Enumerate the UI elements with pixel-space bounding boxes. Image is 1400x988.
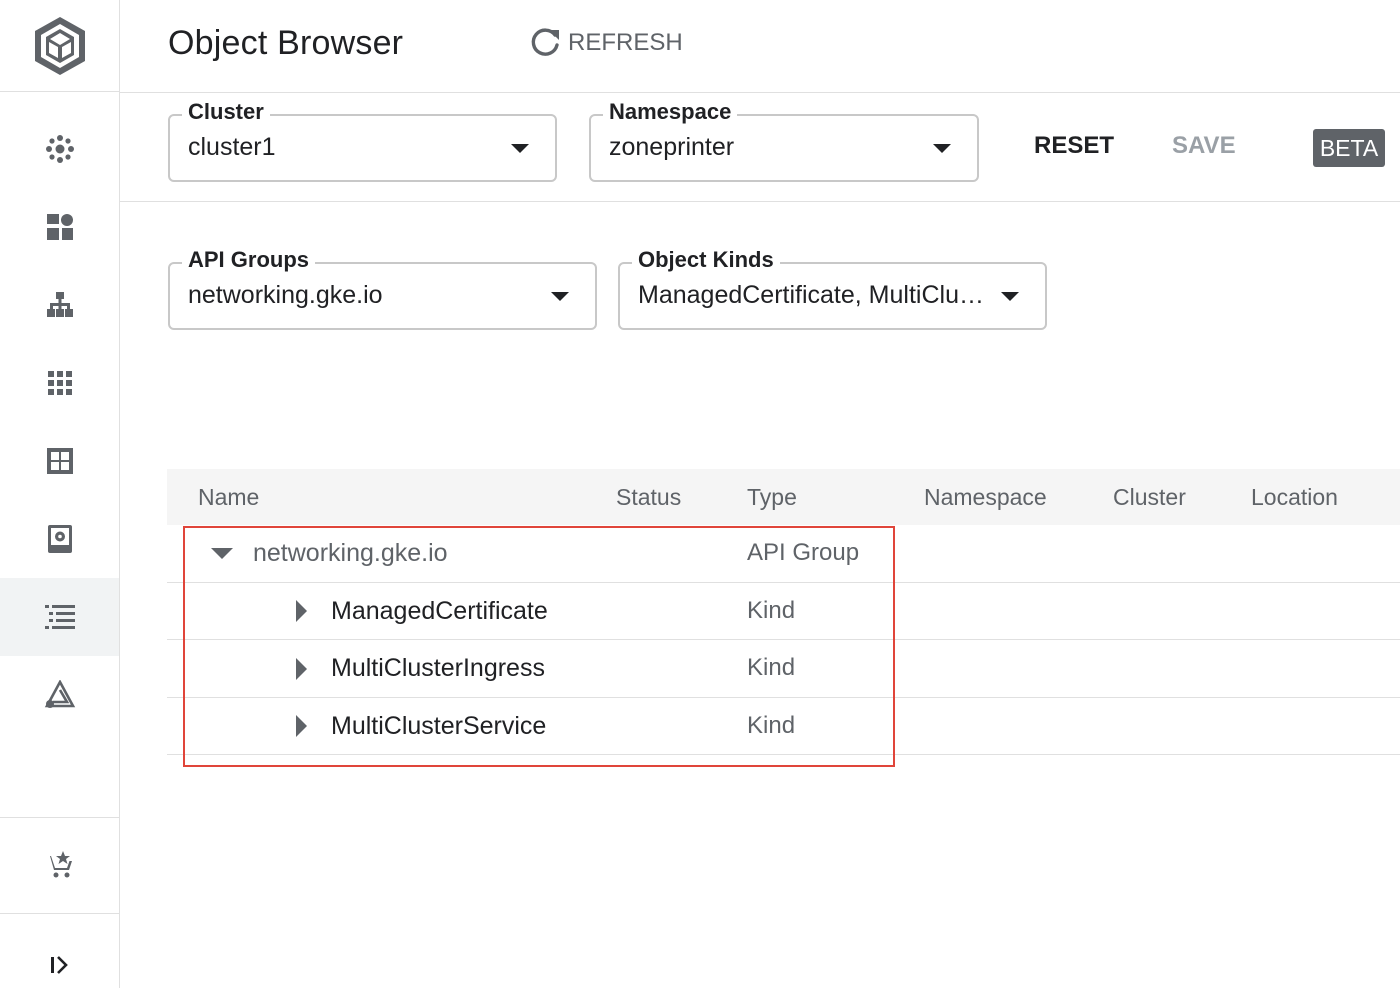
sidebar-item-marketplace[interactable] (0, 826, 119, 904)
filter-bar: Cluster cluster1 Namespace zoneprinter R… (120, 93, 1400, 202)
sidebar-item-storage[interactable] (0, 500, 119, 578)
refresh-icon (531, 28, 559, 56)
sidebar-item-object-browser[interactable] (0, 578, 119, 656)
object-browser-icon (44, 605, 75, 629)
row-name: MultiClusterService (331, 711, 547, 740)
column-header-cluster[interactable]: Cluster (1113, 484, 1186, 511)
table-row[interactable]: ManagedCertificate Kind (167, 583, 1400, 640)
sidebar-item-migrate[interactable] (0, 656, 119, 734)
chevron-down-icon (551, 292, 569, 301)
row-type: Kind (747, 596, 796, 624)
table-row[interactable]: networking.gke.io API Group (167, 525, 1400, 583)
row-name-cell: networking.gke.io (211, 539, 448, 568)
cluster-select-value: cluster1 (188, 133, 276, 161)
row-name-cell: MultiClusterService (296, 712, 546, 741)
page-title: Object Browser (168, 24, 404, 62)
sidebar-item-services[interactable] (0, 266, 119, 344)
column-header-status[interactable]: Status (616, 484, 681, 511)
column-header-type[interactable]: Type (747, 484, 797, 511)
sidebar-item-workloads[interactable] (0, 188, 119, 266)
sidebar-item-clusters[interactable] (0, 110, 119, 188)
row-name: ManagedCertificate (331, 596, 548, 625)
collapse-triangle-icon[interactable] (211, 548, 233, 559)
migrate-icon (44, 680, 75, 708)
object-kinds-select-label: Object Kinds (632, 247, 780, 273)
sidebar-item-applications[interactable] (0, 344, 119, 422)
gke-logo[interactable] (0, 0, 119, 92)
storage-icon (47, 525, 72, 553)
chevron-down-icon (933, 144, 951, 153)
applications-icon (47, 371, 72, 395)
workloads-icon (46, 214, 73, 240)
refresh-label: REFRESH (568, 29, 683, 56)
namespace-select-value: zoneprinter (609, 133, 735, 161)
row-name-cell: MultiClusterIngress (296, 654, 545, 683)
sidebar-divider (0, 913, 119, 914)
api-groups-select-value: networking.gke.io (188, 281, 383, 309)
table-header: Name Status Type Namespace Cluster Locat… (167, 469, 1400, 525)
object-kinds-select-value: ManagedCertificate, MultiClu… (638, 281, 984, 309)
row-name: MultiClusterIngress (331, 654, 545, 682)
refresh-button[interactable]: REFRESH (528, 26, 683, 60)
column-header-name[interactable]: Name (198, 484, 259, 511)
sidebar-item-configuration[interactable] (0, 422, 119, 500)
chevron-down-icon (1001, 292, 1019, 301)
chevron-down-icon (511, 144, 529, 153)
sidebar (0, 0, 120, 988)
expand-triangle-icon[interactable] (296, 600, 307, 622)
sidebar-divider (0, 817, 119, 818)
cluster-select[interactable]: Cluster cluster1 (168, 99, 557, 182)
clusters-icon (45, 135, 74, 163)
namespace-select-label: Namespace (603, 99, 738, 125)
sidebar-expand-toggle[interactable] (0, 926, 119, 988)
row-type: Kind (747, 654, 796, 681)
beta-badge: BETA (1313, 129, 1385, 167)
row-name-cell: ManagedCertificate (296, 597, 548, 626)
column-header-location[interactable]: Location (1251, 484, 1338, 511)
expand-sidebar-icon (50, 956, 68, 974)
api-groups-select[interactable]: API Groups networking.gke.io (168, 247, 597, 330)
table-row[interactable]: MultiClusterService Kind (167, 698, 1400, 755)
cluster-select-label: Cluster (182, 99, 270, 125)
services-icon (46, 292, 73, 317)
namespace-select[interactable]: Namespace zoneprinter (589, 99, 979, 182)
column-header-namespace[interactable]: Namespace (924, 484, 1047, 511)
api-groups-select-label: API Groups (182, 247, 316, 273)
gke-logo-icon (34, 16, 85, 75)
app-header: Object Browser REFRESH (120, 0, 1400, 93)
marketplace-icon (45, 851, 72, 878)
expand-triangle-icon[interactable] (296, 715, 307, 737)
object-table: Name Status Type Namespace Cluster Locat… (167, 469, 1400, 755)
row-type: Kind (747, 711, 796, 739)
save-button[interactable]: SAVE (1172, 132, 1236, 160)
configuration-icon (46, 448, 73, 474)
row-type: API Group (747, 539, 860, 566)
row-name: networking.gke.io (253, 539, 448, 567)
expand-triangle-icon[interactable] (296, 657, 307, 680)
reset-button[interactable]: RESET (1034, 132, 1114, 160)
object-kinds-select[interactable]: Object Kinds ManagedCertificate, MultiCl… (618, 247, 1047, 330)
table-row[interactable]: MultiClusterIngress Kind (167, 640, 1400, 698)
